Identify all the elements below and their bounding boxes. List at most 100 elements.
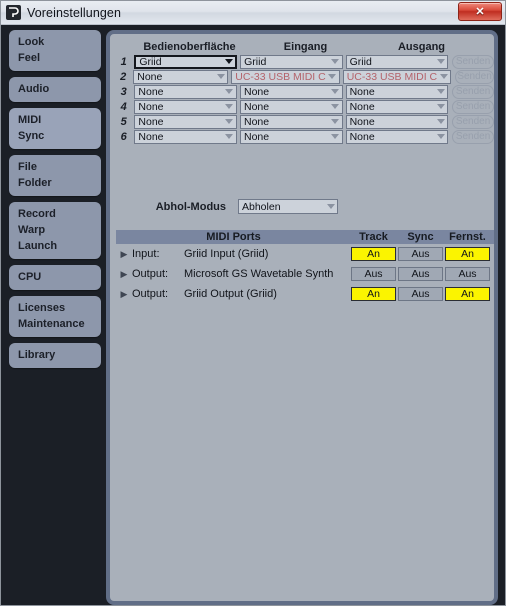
control-surface-select[interactable]: None <box>134 84 237 99</box>
port-device-name: Microsoft GS Wavetable Synth <box>184 268 334 280</box>
chevron-down-icon <box>223 86 236 98</box>
sidebar-item-library[interactable]: Library <box>9 343 101 368</box>
remote-toggle[interactable]: An <box>445 247 490 261</box>
chevron-down-icon <box>223 131 236 143</box>
dump-button[interactable]: Senden <box>452 129 495 144</box>
control-surface-select-value: None <box>138 130 164 143</box>
midi-input-select-value: None <box>243 115 270 128</box>
sidebar-item-midi-sync[interactable]: MIDI Sync <box>9 108 101 149</box>
sidebar-item-label: MIDI <box>18 114 42 126</box>
row-number: 3 <box>120 85 127 98</box>
row-number: 5 <box>120 115 127 128</box>
chevron-down-icon <box>329 101 342 113</box>
midi-input-select-value: UC-33 USB MIDI C <box>235 70 326 83</box>
midi-output-select[interactable]: None <box>345 84 449 99</box>
sidebar-item-label: Library <box>18 349 56 361</box>
midi-output-select-value: None <box>349 85 375 98</box>
midi-input-select[interactable]: None <box>239 129 343 144</box>
sidebar-item-label: Licenses <box>18 302 66 314</box>
sidebar-item-label: Warp <box>18 224 46 236</box>
remote-toggle[interactable]: Aus <box>445 267 490 281</box>
control-surface-row: 1 Griid Griid Griid Senden <box>116 54 494 69</box>
control-surface-select[interactable]: None <box>133 69 229 84</box>
control-surface-select-value: None <box>138 115 164 128</box>
sync-toggle[interactable]: Aus <box>398 247 443 261</box>
control-surface-select[interactable]: None <box>134 114 237 129</box>
control-surface-row: 2 None UC-33 USB MIDI C UC-33 USB MIDI C Sen… <box>116 69 495 84</box>
sidebar-item-label: Launch <box>18 240 58 252</box>
window-title: Voreinstellungen <box>27 5 122 20</box>
midi-port-row: ▶ Output: Microsoft GS Wavetable Synth Aus A… <box>116 264 494 284</box>
dump-button[interactable]: Senden <box>452 84 495 99</box>
ports-column-remote: Fernst. <box>449 231 486 243</box>
ableton-icon <box>6 5 21 20</box>
sync-toggle[interactable]: Aus <box>398 287 443 301</box>
chevron-down-icon <box>223 116 236 128</box>
dump-button[interactable]: Senden <box>452 54 494 69</box>
column-header-output: Ausgang <box>397 40 446 53</box>
midi-output-select[interactable]: Griid <box>345 54 449 69</box>
midi-output-select-value: Griid <box>349 55 372 68</box>
control-surface-select[interactable]: Griid <box>134 54 238 69</box>
midi-output-select[interactable]: None <box>345 99 449 114</box>
remote-toggle[interactable]: An <box>445 287 490 301</box>
sync-toggle[interactable]: Aus <box>398 267 443 281</box>
row-number: 2 <box>120 70 127 83</box>
dump-button[interactable]: Senden <box>455 69 495 84</box>
track-toggle[interactable]: An <box>351 247 396 261</box>
chevron-down-icon <box>326 71 339 83</box>
midi-output-select-value: None <box>349 115 375 128</box>
track-toggle[interactable]: An <box>351 287 396 301</box>
port-direction: Output: <box>132 288 169 300</box>
expand-triangle-icon[interactable]: ▶ <box>116 249 132 260</box>
row-number: 4 <box>120 100 127 113</box>
sidebar-item-cpu[interactable]: CPU <box>9 265 101 290</box>
midi-input-select[interactable]: None <box>239 99 343 114</box>
sidebar-item-record-warp-launch[interactable]: Record Warp Launch <box>9 202 101 259</box>
expand-triangle-icon[interactable]: ▶ <box>116 269 132 280</box>
expand-triangle-icon[interactable]: ▶ <box>116 289 132 300</box>
track-toggle[interactable]: Aus <box>351 267 396 281</box>
sidebar-item-audio[interactable]: Audio <box>9 77 101 102</box>
sidebar-item-label: Audio <box>18 83 50 95</box>
takeover-mode-select[interactable]: Abholen <box>238 199 338 214</box>
midi-output-select[interactable]: None <box>345 114 449 129</box>
sidebar-item-licenses-maintenance[interactable]: Licenses Maintenance <box>9 296 101 337</box>
chevron-down-icon <box>324 200 337 213</box>
midi-input-select[interactable]: None <box>239 114 343 129</box>
control-surface-select[interactable]: None <box>134 129 237 144</box>
chevron-down-icon <box>434 56 447 68</box>
sidebar-item-label: Sync <box>18 130 45 142</box>
midi-port-row: ▶ Input: Griid Input (Griid) An Aus An <box>116 244 494 264</box>
dump-button[interactable]: Senden <box>452 99 495 114</box>
midi-input-select[interactable]: UC-33 USB MIDI C <box>231 69 340 84</box>
chevron-down-icon <box>223 101 236 113</box>
control-surfaces-table: Bedienoberfläche Eingang Ausgang 1 Griid G… <box>116 39 495 144</box>
title-bar: Voreinstellungen ✕ <box>1 1 505 25</box>
takeover-mode-value: Abholen <box>242 200 281 213</box>
preferences-panel: Bedienoberfläche Eingang Ausgang 1 Griid G… <box>106 30 498 605</box>
port-device-name: Griid Input (Griid) <box>184 248 269 260</box>
midi-port-row: ▶ Output: Griid Output (Griid) An Aus An <box>116 284 494 304</box>
port-direction: Input: <box>132 248 160 260</box>
midi-output-select[interactable]: UC-33 USB MIDI C <box>342 69 452 84</box>
midi-input-select-value: None <box>243 100 270 113</box>
chevron-down-icon <box>434 101 447 113</box>
midi-input-select[interactable]: None <box>239 84 343 99</box>
control-surface-select[interactable]: None <box>134 99 237 114</box>
dump-button[interactable]: Senden <box>452 114 495 129</box>
midi-input-select[interactable]: Griid <box>240 54 343 69</box>
sidebar-item-look-feel[interactable]: Look Feel <box>9 30 101 71</box>
ports-column-sync: Sync <box>407 231 434 243</box>
control-surface-row: 4 None None None Senden <box>116 99 495 114</box>
midi-output-select[interactable]: None <box>345 129 449 144</box>
chevron-down-icon <box>214 71 227 83</box>
row-number: 6 <box>120 130 127 143</box>
chevron-down-icon <box>329 56 342 68</box>
control-surface-select-value: None <box>137 70 163 83</box>
sidebar-item-file-folder[interactable]: File Folder <box>9 155 101 196</box>
takeover-mode-row: Abhol-Modus Abholen <box>116 199 338 214</box>
control-surface-row: 3 None None None Senden <box>116 84 495 99</box>
control-surface-select-value: None <box>138 100 164 113</box>
close-icon[interactable]: ✕ <box>458 2 502 21</box>
